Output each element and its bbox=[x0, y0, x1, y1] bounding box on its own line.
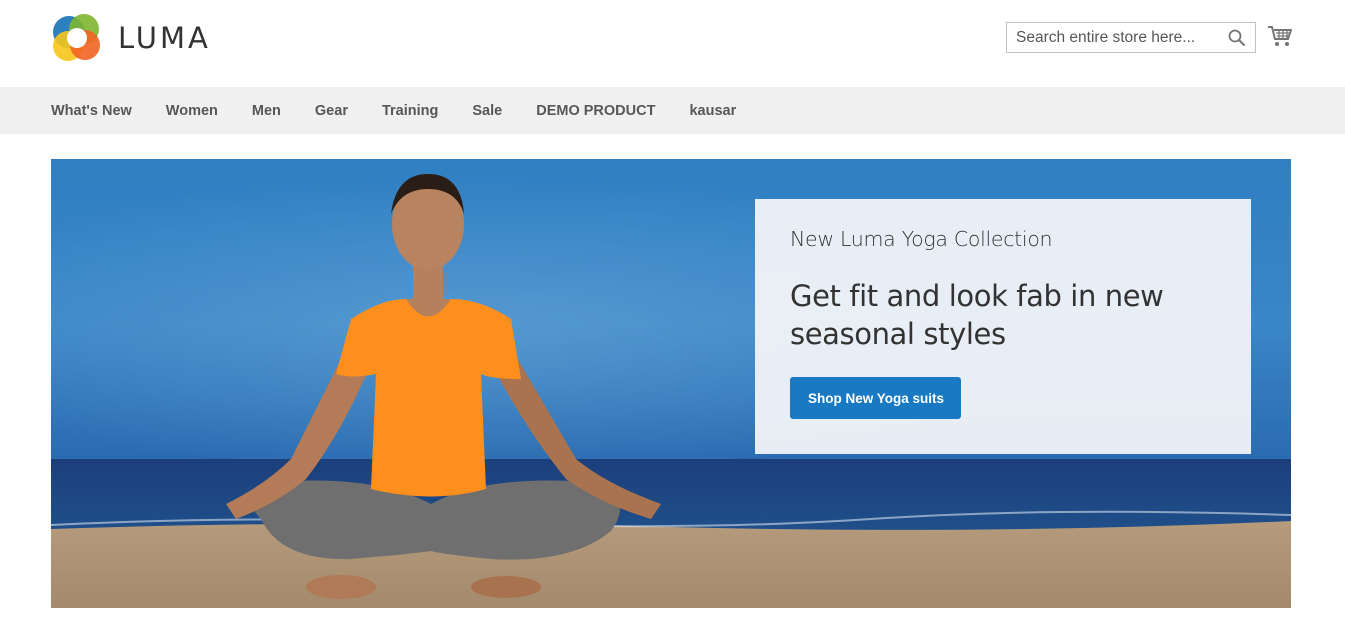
nav-item-training[interactable]: Training bbox=[382, 103, 438, 119]
promo-card: New Luma Yoga Collection Get fit and loo… bbox=[755, 199, 1251, 454]
search-icon[interactable] bbox=[1227, 28, 1247, 48]
nav-item-demo-product[interactable]: DEMO PRODUCT bbox=[536, 103, 655, 119]
shopping-cart-icon[interactable] bbox=[1267, 24, 1293, 48]
nav-item-whats-new[interactable]: What's New bbox=[51, 103, 132, 119]
logo-wordmark: LUMA bbox=[118, 21, 211, 55]
shop-yoga-button[interactable]: Shop New Yoga suits bbox=[790, 377, 962, 419]
page-header: LUMA bbox=[0, 0, 1345, 87]
hero-banner[interactable]: New Luma Yoga Collection Get fit and loo… bbox=[51, 159, 1291, 608]
luma-logo-icon bbox=[53, 14, 100, 61]
promo-subtitle: New Luma Yoga Collection bbox=[790, 227, 1053, 251]
nav-menu: What's New Women Men Gear Training Sale … bbox=[51, 87, 770, 134]
store-logo[interactable]: LUMA bbox=[51, 12, 221, 64]
nav-item-kausar[interactable]: kausar bbox=[689, 103, 736, 119]
nav-item-women[interactable]: Women bbox=[166, 103, 218, 119]
nav-item-gear[interactable]: Gear bbox=[315, 103, 348, 119]
search-box bbox=[1006, 22, 1256, 53]
nav-item-men[interactable]: Men bbox=[252, 103, 281, 119]
main-navigation: What's New Women Men Gear Training Sale … bbox=[0, 87, 1345, 134]
nav-item-sale[interactable]: Sale bbox=[472, 103, 502, 119]
promo-headline: Get fit and look fab in new seasonal sty… bbox=[790, 279, 1164, 351]
search-input[interactable] bbox=[1007, 23, 1222, 52]
